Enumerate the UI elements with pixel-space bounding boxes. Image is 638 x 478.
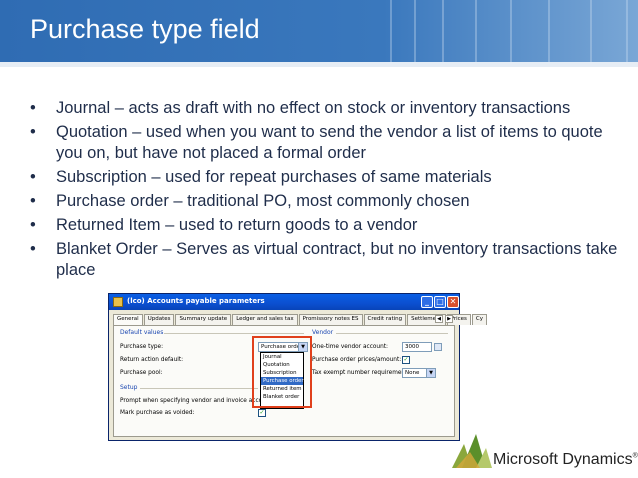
bullet-journal: • Journal – acts as draft with no effect … [30,98,620,119]
tab-updates[interactable]: Updates [143,314,175,325]
bullet-subscription: • Subscription – used for repeat purchase… [30,167,620,188]
registered-mark: ® [632,452,638,460]
dialog-titlebar: (lco) Accounts payable parameters _ □ ✕ [109,294,459,310]
logo-text: Microsoft Dynamics® [493,451,638,469]
prompt-vendor-label: Prompt when specifying vendor and invoic… [120,398,272,404]
purchase-type-label: Purchase type: [120,344,164,350]
group-divider [164,333,304,334]
slide-title: Purchase type field [30,14,260,44]
highlight-box [252,336,312,408]
tab-scroll-left-icon[interactable]: ◀ [435,315,443,323]
bullet-dot: • [30,99,36,117]
setup-group: Setup [120,384,138,391]
bullet-dot: • [30,123,36,141]
default-values-group: Default values [120,329,164,336]
bullet-text: Subscription – used for repeat purchases… [56,168,492,186]
bullet-text: Returned Item – used to return goods to … [56,216,418,234]
vendor-group: Vendor [312,329,334,336]
minimize-button[interactable]: _ [421,296,433,308]
logo-wordmark: Microsoft Dynamics [493,451,633,468]
bullet-dot: • [30,216,36,234]
maximize-button[interactable]: □ [434,296,446,308]
bullet-list: • Journal – acts as draft with no effect … [30,98,620,284]
bullet-dot: • [30,192,36,210]
purchase-pool-label: Purchase pool: [120,370,163,376]
mark-voided-label: Mark purchase as voided: [120,410,195,416]
title-banner: Purchase type field [0,0,638,62]
group-divider [336,333,448,334]
dialog-title: (lco) Accounts payable parameters [127,297,265,305]
return-action-label: Return action default: [120,357,184,363]
bullet-dot: • [30,168,36,186]
banner-decoration [380,0,638,62]
bullet-returned-item: • Returned Item – used to return goods to… [30,215,620,236]
tax-exempt-combo[interactable]: None ▼ [402,368,436,378]
bullet-blanket-order: • Blanket Order – Serves as virtual contr… [30,239,620,281]
bullet-text: Quotation – used when you want to send t… [56,123,603,162]
tab-promissory-notes[interactable]: Promissory notes ES [298,314,363,325]
tab-summary-update[interactable]: Summary update [175,314,232,325]
bullet-dot: • [30,240,36,258]
tax-exempt-label: Tax exempt number requirement: [312,370,410,376]
bullet-quotation: • Quotation – used when you want to send … [30,122,620,164]
bullet-text: Blanket Order – Serves as virtual contra… [56,240,618,279]
tab-strip: General Updates Summary update Ledger an… [113,314,488,325]
tab-ledger-sales-tax[interactable]: Ledger and sales tax [232,314,298,325]
bullet-text: Journal – acts as draft with no effect o… [56,99,571,117]
tab-credit-rating[interactable]: Credit rating [363,314,407,325]
one-time-vendor-field[interactable]: 3000 [402,342,432,352]
mark-voided-checkbox[interactable]: ✓ [258,409,266,417]
close-button[interactable]: ✕ [447,296,459,308]
tax-exempt-value: None [405,370,420,376]
tab-general[interactable]: General [113,314,143,325]
lookup-icon[interactable] [434,343,442,351]
bullet-purchase-order: • Purchase order – traditional PO, most c… [30,191,620,212]
title-rule [0,62,638,67]
tab-cy[interactable]: Cy [471,314,488,325]
group-divider [140,388,258,389]
prices-amount-checkbox[interactable]: ✓ [402,356,410,364]
prices-amount-label: Purchase order prices/amount: [312,357,402,363]
one-time-vendor-label: One-time vendor account: [312,344,389,350]
app-icon [113,297,123,307]
bullet-text: Purchase order – traditional PO, most co… [56,192,470,210]
chevron-down-icon[interactable]: ▼ [426,369,435,377]
tab-scroll-right-icon[interactable]: ▶ [445,315,453,323]
